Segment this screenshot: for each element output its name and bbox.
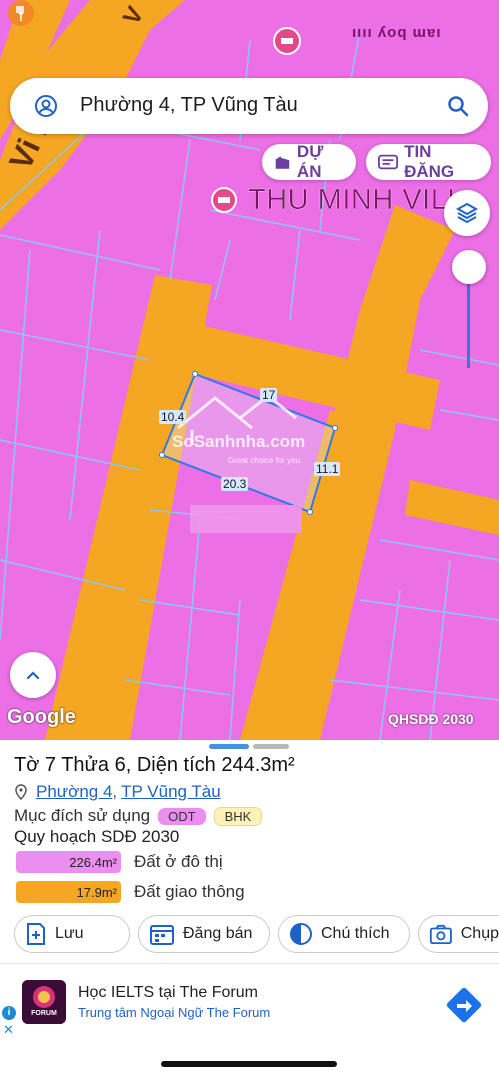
dim-bottom: 20.3 xyxy=(221,477,249,491)
ad-subtitle[interactable]: Trung tâm Ngoại Ngữ The Forum xyxy=(78,1005,270,1020)
plan-item-label: Đất ở đô thị xyxy=(134,852,223,871)
tag-odt[interactable]: ODT xyxy=(158,807,206,825)
ad-logo: FORUM xyxy=(22,980,66,1024)
purpose-label: Mục đích sử dụng xyxy=(14,806,151,825)
save-label: Lưu xyxy=(55,925,84,942)
dim-right: 11.1 xyxy=(314,462,341,476)
layer-badge: QHSDĐ 2030 xyxy=(388,711,474,727)
dim-left: 10.4 xyxy=(159,410,187,424)
plan-title: Quy hoạch SDĐ 2030 xyxy=(14,827,180,846)
sheet-handle[interactable] xyxy=(253,744,289,749)
ad-close-icon[interactable]: ✕ xyxy=(3,1022,14,1038)
home-indicator[interactable] xyxy=(161,1061,337,1067)
location-pin-icon xyxy=(15,784,27,800)
google-logo: Google xyxy=(7,706,76,728)
ad-logo-text: FORUM xyxy=(31,1010,57,1017)
purpose-row: Mục đích sử dụng ODT BHK xyxy=(14,806,263,826)
dim-top: 17 xyxy=(260,388,278,402)
du-an-chip[interactable]: DỰ ÁN xyxy=(262,142,356,181)
opacity-slider-track[interactable] xyxy=(467,270,470,368)
city-link[interactable]: TP Vũng Tàu xyxy=(121,782,221,802)
search-query[interactable]: Phường 4, TP Vũng Tàu xyxy=(80,94,298,117)
restaurant-icon[interactable] xyxy=(6,0,36,35)
tin-dang-chip[interactable]: TIN ĐĂNG xyxy=(366,142,491,181)
ad-banner[interactable]: i ✕ FORUM Học IELTS tại The Forum Trung … xyxy=(0,963,499,1041)
parcel-info-sheet: Tờ 7 Thửa 6, Diện tích 244.3m² Phường 4 … xyxy=(0,740,499,965)
hotel-icon[interactable] xyxy=(272,26,302,61)
search-bar[interactable]: Phường 4, TP Vũng Tàu xyxy=(10,78,488,134)
hotel-icon[interactable] xyxy=(210,186,238,219)
legend-label: Chú thích xyxy=(321,925,390,942)
add-bookmark-icon xyxy=(27,923,45,945)
plan-area-bar: 226.4m² xyxy=(16,851,121,873)
poi-text-top: ıııı ʎoq ɯɐı xyxy=(352,24,442,41)
plan-area-bar: 17.9m² xyxy=(16,881,121,903)
du-an-label: DỰ ÁN xyxy=(296,142,324,181)
expand-up-button[interactable] xyxy=(10,652,56,698)
directions-icon xyxy=(446,987,482,1023)
listing-icon xyxy=(378,154,399,170)
watermark-text: SoSanhnha.com xyxy=(172,432,306,451)
legend-button[interactable]: Chú thích xyxy=(278,915,410,953)
watermark-subtext: Great choice for you xyxy=(228,456,301,465)
opacity-slider-knob[interactable] xyxy=(452,250,486,284)
camera-icon xyxy=(429,924,452,945)
building-icon xyxy=(275,156,290,169)
ad-info-icon[interactable]: i xyxy=(2,1006,16,1020)
parcel-title: Tờ 7 Thửa 6, Diện tích 244.3m² xyxy=(14,754,295,776)
sheet-handle-active[interactable] xyxy=(209,744,249,749)
search-icon[interactable] xyxy=(446,94,470,118)
address-separator: , xyxy=(112,782,118,801)
contrast-icon xyxy=(290,923,312,945)
user-icon[interactable] xyxy=(34,94,58,118)
chevron-up-icon xyxy=(26,671,40,680)
plan-item-road: 17.9m² Đất giao thông xyxy=(16,881,245,903)
plan-item-label: Đất giao thông xyxy=(134,882,245,901)
layers-icon xyxy=(455,202,479,224)
ad-go-button[interactable] xyxy=(443,984,485,1031)
layers-button[interactable] xyxy=(444,190,490,236)
save-button[interactable]: Lưu xyxy=(14,915,130,953)
capture-label: Chụp xyxy=(460,925,499,942)
plan-item-residential: 226.4m² Đất ở đô thị xyxy=(16,851,223,873)
poi-name-label[interactable]: THU MINH VILL xyxy=(248,184,464,217)
ward-link[interactable]: Phường 4 xyxy=(36,782,112,802)
post-sale-label: Đăng bán xyxy=(183,925,253,942)
parcel-address: Phường 4 , TP Vũng Tàu xyxy=(14,782,221,802)
calendar-icon xyxy=(150,925,174,945)
map-canvas[interactable]: ıııı ʎoq ɯɐı Vi D V Phường 4, TP Vũng Tà… xyxy=(0,0,499,740)
capture-button[interactable]: Chụp xyxy=(418,915,499,953)
tin-dang-label: TIN ĐĂNG xyxy=(404,142,455,181)
post-sale-button[interactable]: Đăng bán xyxy=(138,915,270,953)
tag-bhk[interactable]: BHK xyxy=(213,806,263,826)
action-row: Lưu Đăng bán Chú thích Chụp xyxy=(0,915,499,955)
ad-title[interactable]: Học IELTS tại The Forum xyxy=(78,984,258,1002)
